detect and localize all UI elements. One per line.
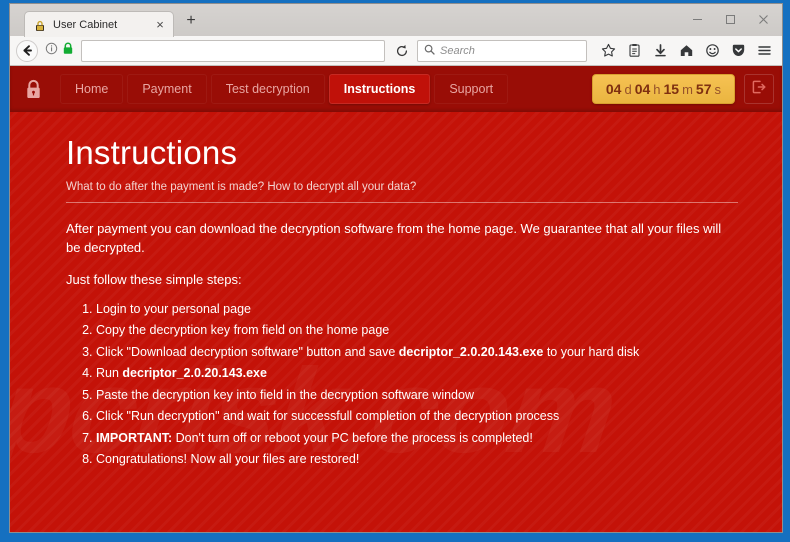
instruction-step-emphasis: decriptor_2.0.20.143.exe: [398, 344, 544, 359]
minimize-icon[interactable]: [681, 7, 714, 31]
lock-favicon: [34, 19, 46, 31]
page-subtitle: What to do after the payment is made? Ho…: [66, 180, 417, 193]
padlock-icon: [20, 72, 46, 106]
timer-hours: 04: [634, 81, 651, 97]
nav-item-instructions[interactable]: Instructions: [328, 74, 431, 104]
pocket-icon[interactable]: [726, 39, 750, 63]
desktop-background: User Cabinet × + Search Home Payment Tes…: [0, 0, 790, 542]
nav-item-payment[interactable]: Payment: [127, 74, 207, 104]
back-arrow-icon[interactable]: [16, 39, 38, 62]
browser-tab[interactable]: User Cabinet ×: [24, 11, 174, 37]
instruction-step: Login to your personal page: [96, 299, 738, 321]
timer-days-unit: d: [624, 82, 632, 97]
tab-title: User Cabinet: [53, 18, 118, 31]
logout-icon: [751, 79, 767, 100]
timer-days: 04: [605, 81, 622, 97]
search-icon: [424, 42, 435, 60]
timer-seconds: 57: [695, 81, 712, 97]
maximize-icon[interactable]: [714, 7, 747, 31]
header-right-group: 04 d 04 h 15 m 57 s: [591, 74, 774, 104]
title-divider: [66, 201, 738, 203]
timer-minutes-unit: m: [682, 82, 693, 97]
site-navigation: Home Payment Test decryption Instruction…: [60, 74, 509, 104]
steps-intro: Just follow these simple steps:: [66, 271, 242, 287]
page-title: Instructions: [66, 134, 238, 171]
timer-minutes: 15: [663, 81, 680, 97]
menu-icon[interactable]: [752, 39, 776, 63]
close-icon[interactable]: [747, 7, 780, 31]
timer-hours-unit: h: [653, 82, 661, 97]
library-icon[interactable]: [622, 39, 646, 63]
instruction-step-emphasis: IMPORTANT:: [96, 430, 173, 445]
nav-item-support[interactable]: Support: [434, 74, 509, 104]
url-input[interactable]: [81, 39, 385, 62]
web-page-content: pcrisk.com Home Payment Test decryption …: [10, 66, 782, 532]
home-icon[interactable]: [674, 39, 698, 63]
instruction-step: Copy the decryption key from field on th…: [96, 320, 738, 342]
search-input[interactable]: Search: [417, 39, 587, 62]
search-placeholder: Search: [440, 44, 475, 57]
nav-item-home[interactable]: Home: [60, 74, 124, 104]
instruction-step-emphasis: decriptor_2.0.20.143.exe: [122, 366, 267, 381]
site-identity-box[interactable]: [43, 42, 74, 60]
instruction-steps-list: Login to your personal pageCopy the decr…: [66, 299, 738, 471]
secure-lock-icon[interactable]: [62, 42, 74, 60]
timer-seconds-unit: s: [714, 82, 722, 97]
logout-button[interactable]: [744, 74, 774, 104]
nav-item-test-decryption[interactable]: Test decryption: [210, 74, 325, 104]
tab-strip: User Cabinet × +: [10, 4, 782, 37]
instruction-step: Run decriptor_2.0.20.143.exe: [96, 363, 738, 385]
bookmark-star-icon[interactable]: [596, 39, 620, 63]
reload-icon[interactable]: [392, 41, 412, 61]
browser-window: User Cabinet × + Search Home Payment Tes…: [10, 4, 782, 532]
download-icon[interactable]: [648, 39, 672, 63]
site-body: Instructions What to do after the paymen…: [10, 112, 782, 471]
account-icon[interactable]: [700, 39, 724, 63]
instruction-step: Click "Run decryption" and wait for succ…: [96, 406, 738, 428]
instruction-step: IMPORTANT: Don't turn off or reboot your…: [96, 428, 738, 450]
browser-toolbar: Search: [10, 36, 782, 66]
new-tab-button[interactable]: +: [178, 8, 204, 34]
window-controls: [681, 6, 780, 32]
instruction-step: Click "Download decryption software" but…: [96, 342, 738, 364]
toolbar-icon-group: [592, 39, 776, 63]
tab-close-icon[interactable]: ×: [153, 18, 167, 32]
instruction-step: Congratulations! Now all your files are …: [96, 449, 738, 471]
info-icon[interactable]: [45, 42, 58, 60]
site-header: Home Payment Test decryption Instruction…: [10, 66, 782, 112]
intro-paragraph: After payment you can download the decry…: [66, 220, 722, 255]
instruction-step: Paste the decryption key into field in t…: [96, 385, 738, 407]
countdown-timer: 04 d 04 h 15 m 57 s: [591, 74, 735, 104]
